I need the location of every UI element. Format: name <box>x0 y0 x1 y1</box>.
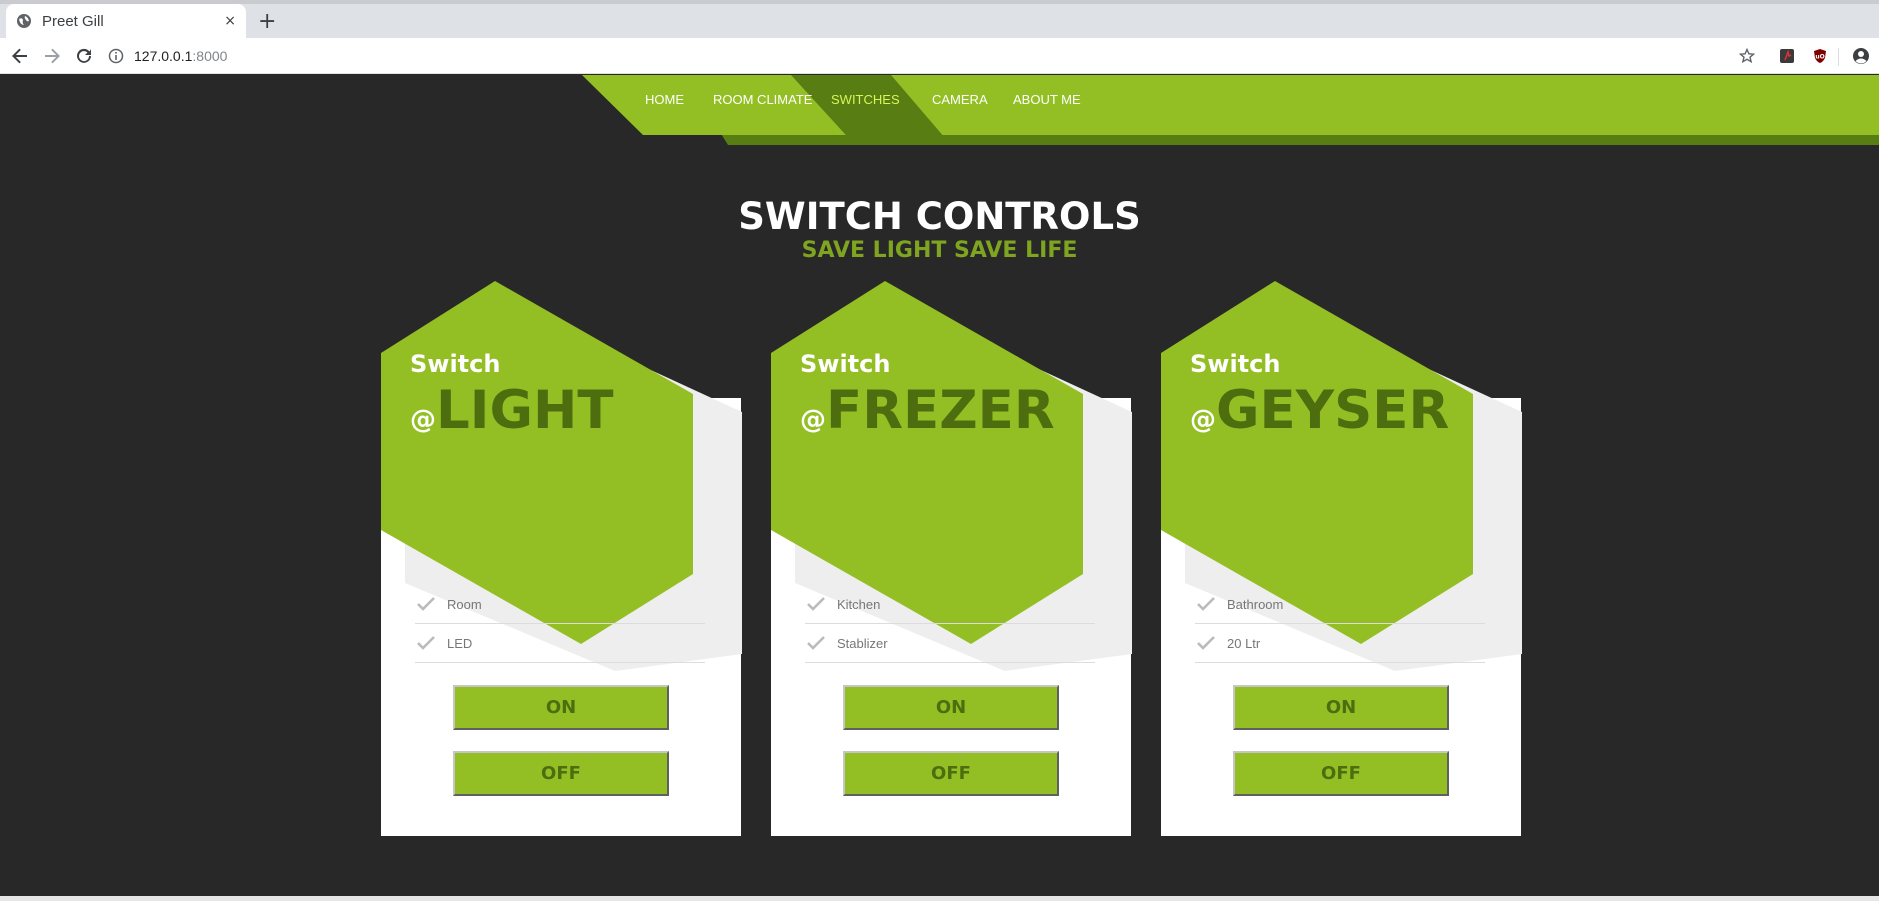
check-icon <box>807 636 825 650</box>
hexagon-decoration <box>1161 281 1522 671</box>
new-tab-button[interactable]: + <box>258 9 276 34</box>
footer-divider <box>0 896 1879 901</box>
frezer-off-button[interactable]: OFF <box>843 751 1059 796</box>
check-icon <box>1197 636 1215 650</box>
feature-list: Kitchen Stablizer <box>805 585 1095 663</box>
feature-item: Bathroom <box>1195 585 1485 624</box>
light-off-button[interactable]: OFF <box>453 751 669 796</box>
feature-item: Room <box>415 585 705 624</box>
tab-close-icon[interactable]: × <box>224 13 236 29</box>
at-sign: @ <box>800 405 826 435</box>
geyser-on-button[interactable]: ON <box>1233 685 1449 730</box>
hexagon-decoration <box>771 281 1132 671</box>
feature-item: Stablizer <box>805 624 1095 663</box>
card-kicker: Switch <box>410 350 501 378</box>
hexagon-decoration <box>381 281 742 671</box>
feature-text: LED <box>447 635 473 651</box>
geyser-off-button[interactable]: OFF <box>1233 751 1449 796</box>
browser-toolbar: 127.0.0.1:8000 uO <box>0 38 1879 74</box>
url-host: 127.0.0.1 <box>134 48 193 64</box>
extension-icon[interactable] <box>1778 47 1796 65</box>
feature-text: Kitchen <box>837 596 881 612</box>
nav-home[interactable]: HOME <box>645 92 684 107</box>
tab-bar: Preet Gill × + <box>0 4 1879 38</box>
nav-switches[interactable]: SWITCHES <box>831 92 900 107</box>
card-kicker: Switch <box>800 350 891 378</box>
nav-room-climate[interactable]: ROOM CLIMATE <box>713 92 812 107</box>
feature-item: LED <box>415 624 705 663</box>
check-icon <box>1197 597 1215 611</box>
feature-item: 20 Ltr <box>1195 624 1485 663</box>
check-icon <box>807 597 825 611</box>
globe-icon <box>16 13 32 29</box>
address-bar[interactable]: 127.0.0.1:8000 <box>108 42 1748 70</box>
forward-icon[interactable] <box>40 44 64 68</box>
nav-camera[interactable]: CAMERA <box>932 92 988 107</box>
feature-list: Bathroom 20 Ltr <box>1195 585 1485 663</box>
device-name: GEYSER <box>1216 380 1450 441</box>
light-on-button[interactable]: ON <box>453 685 669 730</box>
page-subtitle: SAVE LIGHT SAVE LIFE <box>801 238 1078 263</box>
info-icon[interactable] <box>108 48 124 64</box>
at-sign: @ <box>1190 405 1216 435</box>
account-icon[interactable] <box>1852 47 1870 65</box>
svg-text:uO: uO <box>1815 54 1824 61</box>
main-nav: HOME ROOM CLIMATE SWITCHES CAMERA ABOUT … <box>0 75 1879 125</box>
toolbar-separator <box>1838 48 1839 66</box>
url-port: :8000 <box>192 48 228 64</box>
ublock-icon[interactable]: uO <box>1811 47 1829 65</box>
feature-text: Bathroom <box>1227 596 1284 612</box>
feature-text: Stablizer <box>837 635 888 651</box>
feature-item: Kitchen <box>805 585 1095 624</box>
card-kicker: Switch <box>1190 350 1281 378</box>
page: HOME ROOM CLIMATE SWITCHES CAMERA ABOUT … <box>0 75 1879 901</box>
frezer-on-button[interactable]: ON <box>843 685 1059 730</box>
feature-text: Room <box>447 596 482 612</box>
nav-about-me[interactable]: ABOUT ME <box>1013 92 1081 107</box>
feature-text: 20 Ltr <box>1227 635 1261 651</box>
page-title: SWITCH CONTROLS <box>738 195 1141 238</box>
check-icon <box>417 636 435 650</box>
check-icon <box>417 597 435 611</box>
feature-list: Room LED <box>415 585 705 663</box>
device-name: FREZER <box>826 380 1055 441</box>
tab-title: Preet Gill <box>42 12 104 30</box>
star-icon[interactable] <box>1738 47 1756 65</box>
reload-icon[interactable] <box>72 44 96 68</box>
at-sign: @ <box>410 405 436 435</box>
browser-tab[interactable]: Preet Gill × <box>6 4 246 38</box>
back-icon[interactable] <box>8 44 32 68</box>
device-name: LIGHT <box>436 380 614 441</box>
